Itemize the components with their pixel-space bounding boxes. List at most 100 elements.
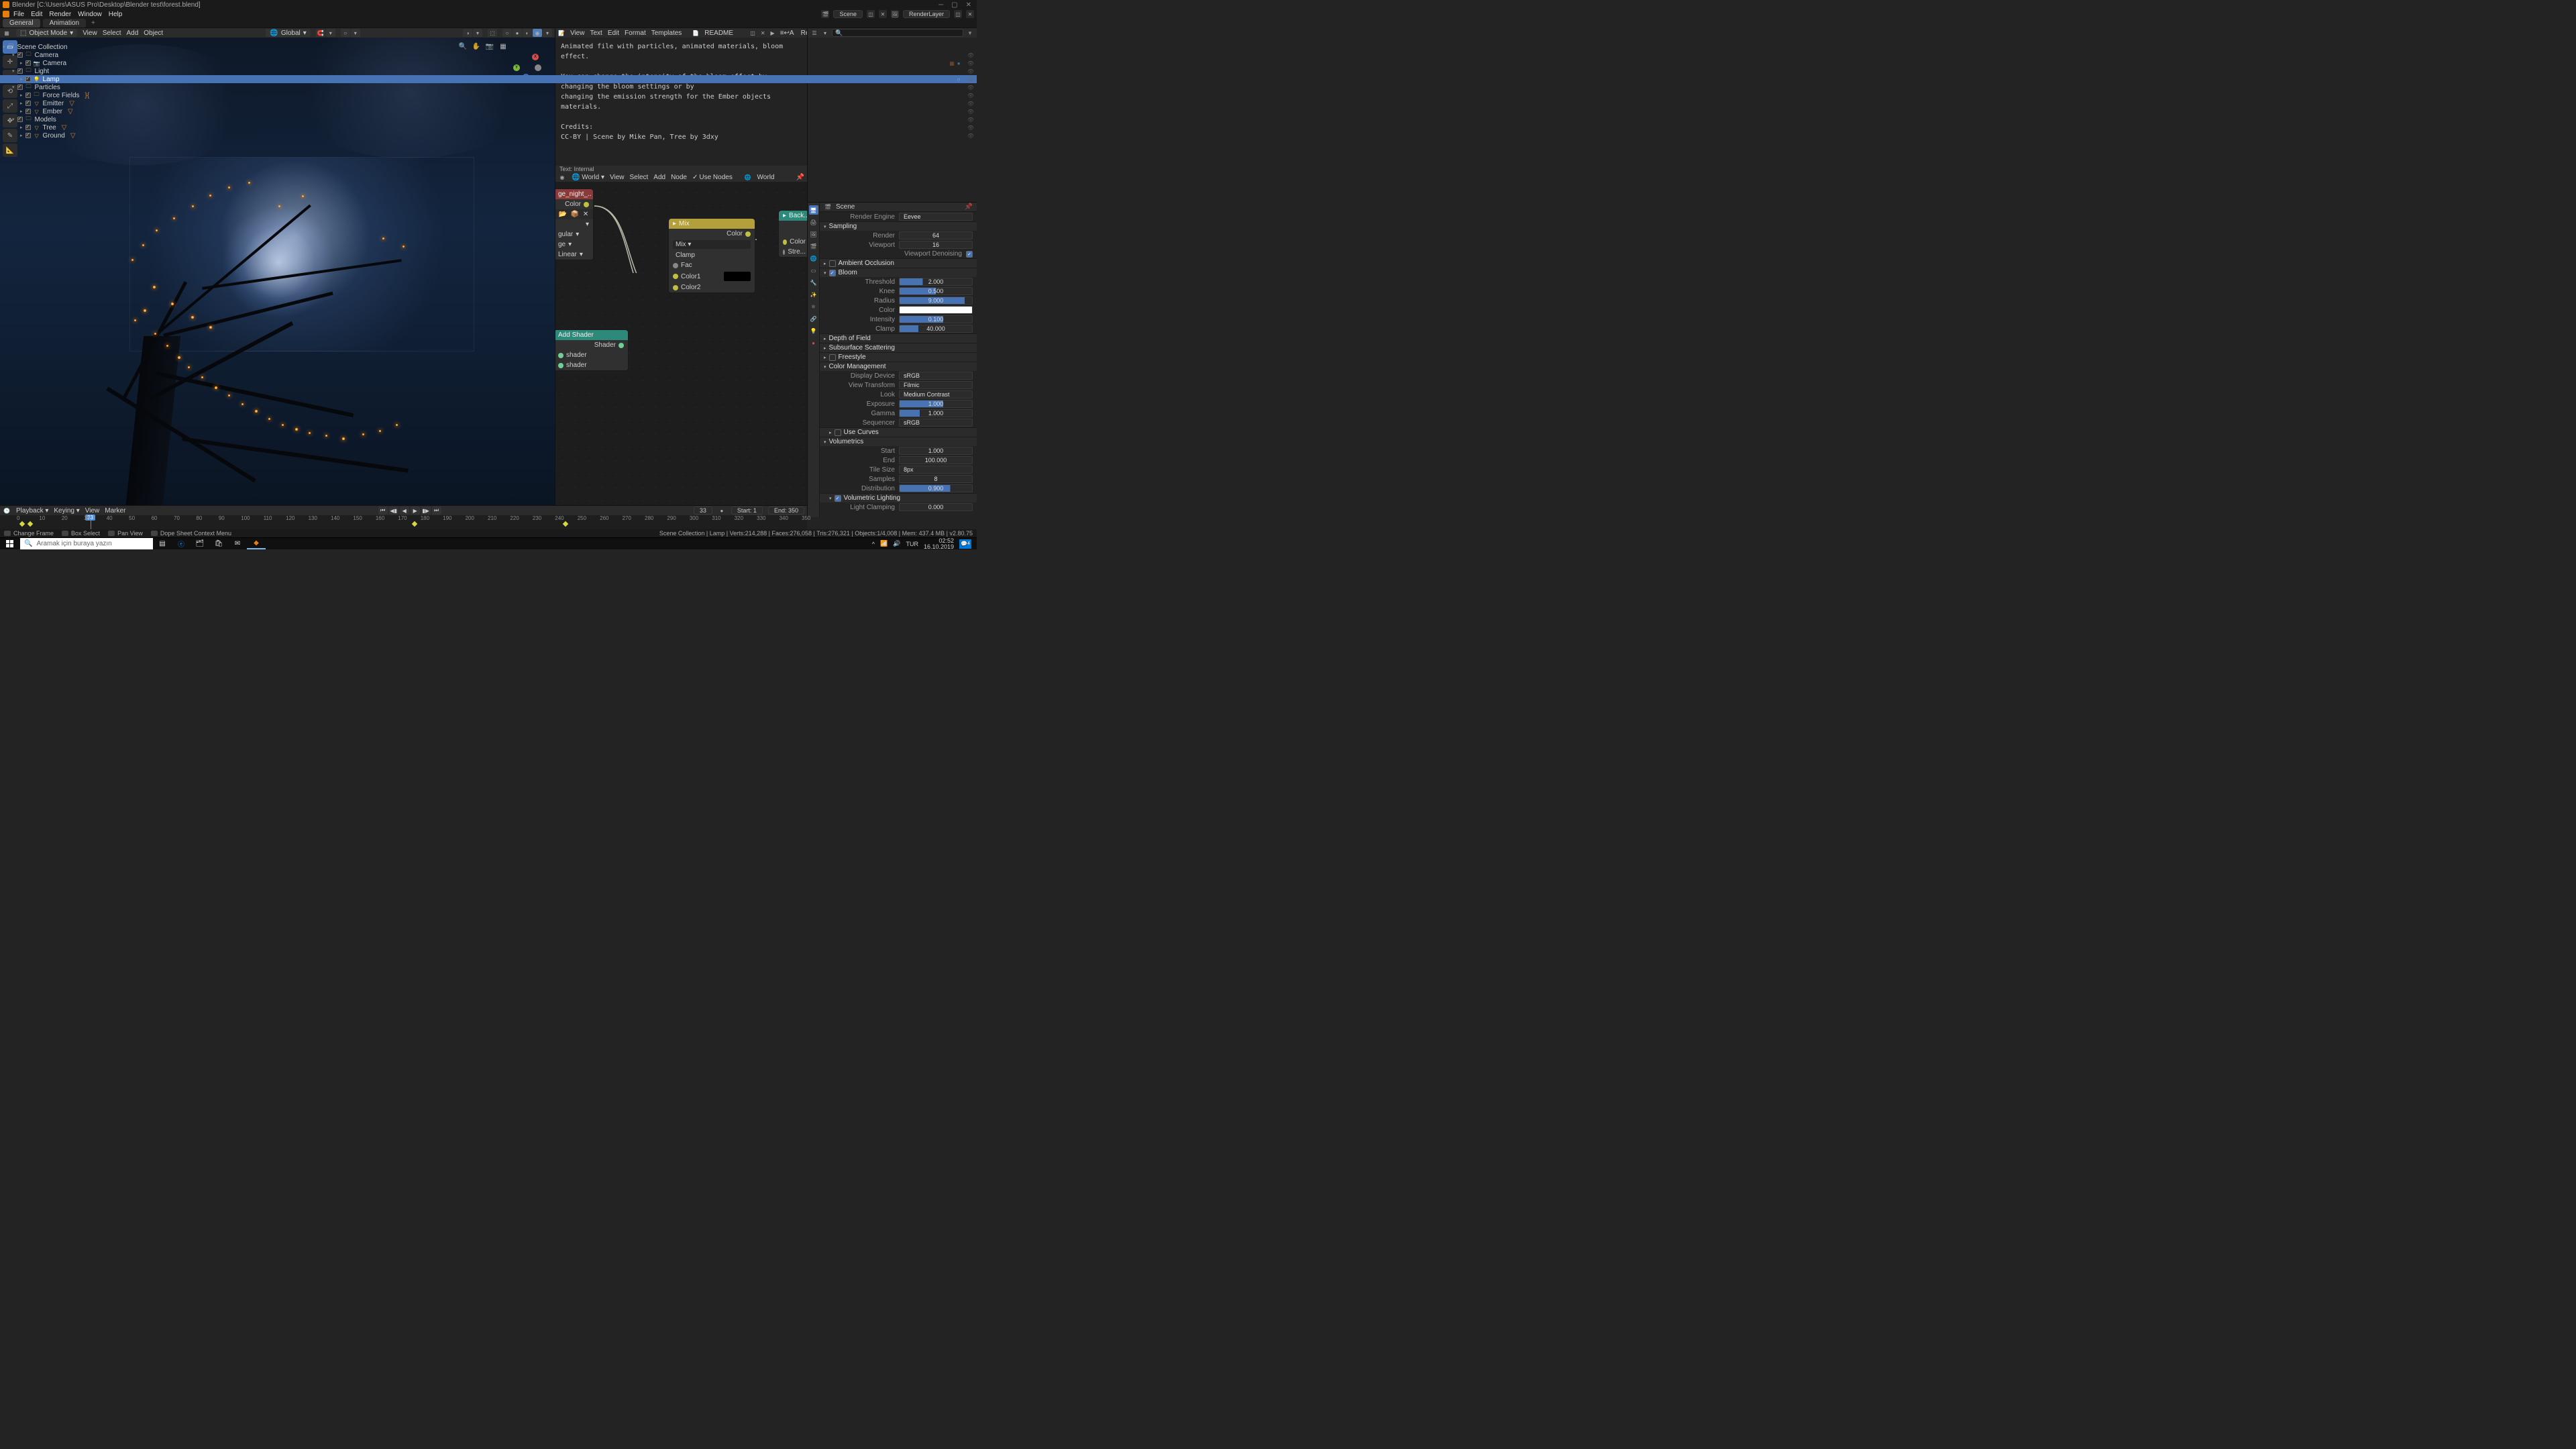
prev-key[interactable]: ◀▮ xyxy=(389,506,398,515)
snap-button[interactable]: 🧲 xyxy=(316,29,325,37)
edge-app[interactable]: ⓔ xyxy=(172,538,191,549)
blender-app[interactable]: ◆ xyxy=(247,538,266,549)
keyframe[interactable] xyxy=(412,521,417,527)
te-menu-templates[interactable]: Templates xyxy=(651,30,682,37)
menu-help[interactable]: Help xyxy=(109,11,123,18)
play-reverse[interactable]: ◀ xyxy=(400,506,409,515)
scene-new-button[interactable]: ◫ xyxy=(867,10,875,18)
timeline-ruler[interactable]: 33 0102030405060708090100110120130140150… xyxy=(0,515,807,529)
next-key[interactable]: ▮▶ xyxy=(421,506,431,515)
te-menu-format[interactable]: Format xyxy=(625,30,646,37)
viewlayer-selector[interactable]: RenderLayer xyxy=(903,10,950,18)
timeline-tick: 250 xyxy=(578,515,586,521)
scene-selector[interactable]: Scene xyxy=(833,10,863,18)
editor-type-icon[interactable]: 🕒 xyxy=(3,506,11,515)
menu-file[interactable]: File xyxy=(13,11,24,18)
clock[interactable]: 02:5216.10.2019 xyxy=(924,538,954,550)
keyframe[interactable] xyxy=(563,521,568,527)
shader-type-selector[interactable]: 🌐 World ▾ xyxy=(572,174,604,181)
keyframe[interactable] xyxy=(28,521,33,527)
notification-button[interactable]: 💬4 xyxy=(959,539,971,549)
overlays-popover[interactable]: ▾ xyxy=(473,29,482,37)
add-workspace-button[interactable]: + xyxy=(91,19,95,27)
text-file-selector[interactable]: README xyxy=(704,30,745,37)
text-unlink-button[interactable]: ✕ xyxy=(761,29,765,37)
editor-type-icon[interactable]: 📝 xyxy=(558,29,565,37)
timeline-tick: 170 xyxy=(398,515,407,521)
current-frame[interactable]: 33 xyxy=(694,506,712,515)
ne-menu-node[interactable]: Node xyxy=(671,174,687,181)
minimize-button[interactable]: ─ xyxy=(938,1,943,9)
jump-start[interactable]: ⏮ xyxy=(378,506,388,515)
vp-menu-select[interactable]: Select xyxy=(103,30,121,37)
orientation-selector[interactable]: 🌐 Global ▾ xyxy=(266,29,310,37)
editor-type-icon[interactable]: ☰ xyxy=(810,29,818,37)
play[interactable]: ▶ xyxy=(411,506,420,515)
tray-expand-icon[interactable]: ^ xyxy=(872,541,875,547)
syntax-toggle[interactable]: A xyxy=(790,30,794,37)
outliner-filter[interactable]: ▼ xyxy=(966,29,974,37)
proportional-mode[interactable]: ▾ xyxy=(351,29,360,37)
vp-menu-view[interactable]: View xyxy=(83,30,97,37)
snap-mode[interactable]: ▾ xyxy=(326,29,335,37)
scene-unlink-button[interactable]: ✕ xyxy=(879,10,887,18)
proportional-edit-button[interactable]: ○ xyxy=(341,29,350,37)
timeline-tick: 40 xyxy=(107,515,113,521)
pin-icon[interactable]: 📌 xyxy=(965,203,973,211)
shading-rendered[interactable]: ◉ xyxy=(533,29,542,37)
shading-lookdev[interactable]: ◐ xyxy=(523,29,532,37)
viewlayer-unlink-button[interactable]: ✕ xyxy=(966,10,974,18)
frame-end[interactable]: End: 350 xyxy=(768,506,804,515)
shading-popover[interactable]: ▾ xyxy=(543,29,552,37)
maximize-button[interactable]: ▢ xyxy=(951,1,957,9)
autokey-button[interactable]: ● xyxy=(718,506,726,515)
editor-type-icon[interactable]: ◉ xyxy=(558,173,566,181)
te-menu-edit[interactable]: Edit xyxy=(608,30,619,37)
vp-menu-object[interactable]: Object xyxy=(144,30,163,37)
tab-animation[interactable]: Animation xyxy=(43,19,86,28)
keyframe[interactable] xyxy=(19,521,25,527)
tl-menu-marker[interactable]: Marker xyxy=(105,507,125,515)
text-new-button[interactable]: ◫ xyxy=(750,29,755,37)
start-button[interactable] xyxy=(0,538,20,549)
tl-menu-playback[interactable]: Playback ▾ xyxy=(16,507,48,515)
mode-selector[interactable]: ⬚ Object Mode ▾ xyxy=(16,29,77,37)
outliner-display-mode[interactable]: ▾ xyxy=(821,29,829,37)
task-view-button[interactable]: ▤ xyxy=(153,538,172,549)
store-app[interactable]: 🛍 xyxy=(209,538,228,549)
wifi-icon[interactable]: 📶 xyxy=(880,540,888,547)
explorer-app[interactable]: 🗂 xyxy=(191,538,209,549)
shading-wire[interactable]: ○ xyxy=(502,29,512,37)
menu-edit[interactable]: Edit xyxy=(31,11,42,18)
tab-general[interactable]: General xyxy=(3,19,40,28)
menu-window[interactable]: Window xyxy=(78,11,102,18)
xray-toggle[interactable]: ⬚ xyxy=(488,29,497,37)
outliner-search[interactable]: 🔍 xyxy=(832,29,963,37)
menu-render[interactable]: Render xyxy=(49,11,71,18)
wordwrap-toggle[interactable]: ↩ xyxy=(784,30,790,37)
jump-end[interactable]: ⏭ xyxy=(432,506,441,515)
ne-menu-add[interactable]: Add xyxy=(653,174,665,181)
pin-button[interactable]: 📌 xyxy=(796,174,804,181)
editor-type-icon[interactable]: ▦ xyxy=(3,29,11,37)
run-script-button[interactable]: ▶ xyxy=(771,29,775,37)
te-menu-text[interactable]: Text xyxy=(590,30,602,37)
vp-menu-add[interactable]: Add xyxy=(126,30,138,37)
viewlayer-new-button[interactable]: ◫ xyxy=(954,10,962,18)
world-selector[interactable]: World xyxy=(757,174,791,181)
frame-start[interactable]: Start: 1 xyxy=(731,506,763,515)
ne-menu-select[interactable]: Select xyxy=(629,174,648,181)
tl-menu-view[interactable]: View xyxy=(85,507,100,515)
volume-icon[interactable]: 🔊 xyxy=(893,540,900,547)
close-button[interactable]: ✕ xyxy=(966,1,971,9)
te-menu-view[interactable]: View xyxy=(570,30,585,37)
outliner-tree[interactable]: ▾🗀Scene Collection ▾🗀Camera👁 ▸📷Camera▦● … xyxy=(0,42,977,517)
mail-app[interactable]: ✉ xyxy=(228,538,247,549)
overlays-toggle[interactable]: ◑ xyxy=(463,29,472,37)
taskbar-search[interactable]: 🔍Aramak için buraya yazın xyxy=(20,538,153,549)
tl-menu-keying[interactable]: Keying ▾ xyxy=(54,507,79,515)
shading-solid[interactable]: ● xyxy=(513,29,522,37)
use-nodes-checkbox[interactable]: ✓ xyxy=(692,174,698,181)
language-indicator[interactable]: TUR xyxy=(906,541,918,547)
ne-menu-view[interactable]: View xyxy=(610,174,625,181)
